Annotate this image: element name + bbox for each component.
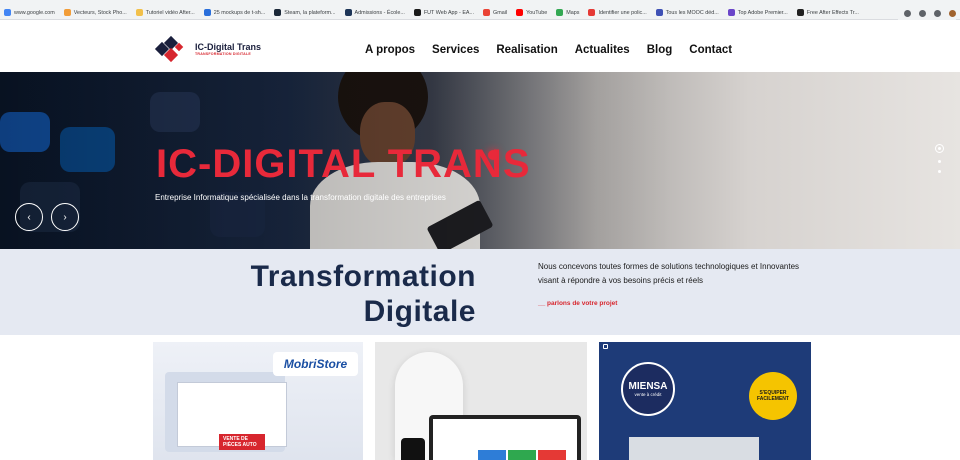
nav-item-blog[interactable]: Blog (647, 44, 673, 56)
puzzle-icon[interactable] (934, 9, 941, 17)
mockup-icon (203, 9, 211, 16)
miensa-caption: vente à crédit (634, 392, 662, 397)
bookmark-item[interactable]: Tous les MOOC déd... (655, 9, 719, 16)
adobe-icon (727, 9, 735, 16)
avatar[interactable] (949, 9, 956, 17)
bookmark-item[interactable]: Admissions - École... (344, 9, 405, 16)
intro-title-line1: Transformation (250, 260, 476, 293)
bookmark-item[interactable]: Maps (556, 9, 579, 16)
nav-item-realisation[interactable]: Realisation (496, 44, 557, 56)
logo-title: IC-Digital Trans (195, 42, 262, 52)
slider-dot[interactable] (938, 160, 941, 163)
chevron-right-icon: › (63, 211, 67, 223)
logo-diamonds-icon (154, 35, 191, 63)
bookmark-label: Identifier une polic... (598, 9, 647, 16)
logo-subtitle: TRANSFORMATION DIGITALE (195, 52, 251, 56)
star-icon[interactable] (919, 9, 926, 17)
hero-slider: IC-DIGITAL TRANS Entreprise Informatique… (0, 72, 960, 249)
bookmark-item[interactable]: Top Adobe Premier... (727, 9, 788, 16)
steam-icon (274, 9, 282, 16)
youtube-icon (516, 9, 524, 16)
gmail-icon (483, 9, 491, 16)
bookmark-label: Maps (566, 9, 580, 16)
project-link[interactable]: __ parlons de votre projet (538, 300, 617, 307)
bookmark-item[interactable]: 25 mockups de t-sh... (203, 9, 266, 16)
project-card-web-app[interactable] (375, 342, 587, 460)
bookmark-item[interactable]: Identifier une polic... (588, 9, 647, 16)
maps-icon (556, 9, 564, 16)
chevron-left-icon: ‹ (27, 211, 31, 223)
bookmark-label: Admissions - École... (354, 9, 405, 16)
bookmark-label: Tous les MOOC déd... (665, 9, 719, 16)
slider-pagination (935, 144, 944, 173)
upload-icon (603, 344, 608, 349)
bookmark-item[interactable]: Vecteurs, Stock Pho... (63, 9, 127, 16)
ae-icon (796, 9, 804, 16)
project-card-miensa[interactable]: MIENSA vente à crédit S'EQUIPER FACILEME… (599, 342, 811, 460)
bookmark-item[interactable]: Free After Effects Tr... (796, 9, 859, 16)
miensa-brand: MIENSA (628, 381, 668, 392)
bookmark-item[interactable]: www.google.com (4, 9, 55, 16)
font-icon (588, 9, 596, 16)
promo-badge: VENTE DE PIÈCES AUTO (219, 434, 265, 450)
intro-band: Transformation Digitale Nous concevons t… (0, 249, 960, 335)
bookmark-label: 25 mockups de t-sh... (213, 9, 266, 16)
slider-dot[interactable] (938, 170, 941, 173)
browser-toolbar-icons (898, 6, 956, 20)
slider-dot-active[interactable] (935, 144, 944, 153)
bookmark-item[interactable]: Steam, la plateform... (274, 9, 336, 16)
intro-text: Nous concevons toutes formes de solution… (538, 262, 800, 285)
intro-title: Transformation Digitale (200, 259, 476, 329)
slider-next-button[interactable]: › (51, 203, 79, 231)
miensa-logo: MIENSA vente à crédit (621, 362, 675, 416)
intro-title-line2: Digitale (363, 295, 476, 328)
bookmark-item[interactable]: YouTube (516, 9, 547, 16)
promo-sticker: S'EQUIPER FACILEMENT (749, 372, 797, 420)
vecteezy-icon (63, 9, 71, 16)
nav-item-apropos[interactable]: A propos (365, 44, 415, 56)
mobristore-brand: MobriStore (283, 357, 348, 371)
phone-mockup (401, 438, 425, 460)
bookmark-label: Steam, la plateform... (284, 9, 336, 16)
slider-prev-button[interactable]: ‹ (15, 203, 43, 231)
ea-icon (413, 9, 421, 16)
bookmark-item[interactable]: Gmail (483, 9, 507, 16)
school-icon (344, 9, 352, 16)
bookmarks-bar: www.google.com Vecteurs, Stock Pho... Tuto… (0, 6, 960, 20)
extension-icon[interactable] (904, 9, 911, 17)
main-menu: A propos Services Realisation Actualites… (365, 44, 732, 56)
bookmark-item[interactable]: FUT Web App - EA... (413, 9, 475, 16)
nav-item-contact[interactable]: Contact (689, 44, 732, 56)
bookmark-label: Top Adobe Premier... (737, 9, 788, 16)
nav-item-actualites[interactable]: Actualites (575, 44, 630, 56)
google-icon (4, 9, 11, 16)
hero-title: IC-DIGITAL TRANS (156, 142, 531, 186)
hero-subtitle: Entreprise Informatique spécialisée dans… (155, 193, 446, 202)
site-logo[interactable]: IC-Digital Trans TRANSFORMATION DIGITALE (154, 35, 262, 63)
glow-dot (488, 150, 498, 160)
bookmark-label: Free After Effects Tr... (806, 9, 859, 16)
bookmark-label: YouTube (526, 9, 548, 16)
projects-grid: MobriStore VENTE DE PIÈCES AUTO MIENSA v… (0, 335, 960, 460)
bookmark-label: www.google.com (14, 9, 55, 16)
bookmark-item[interactable]: Tutoriel vidéo After... (135, 9, 195, 16)
project-card-mobristore[interactable]: MobriStore VENTE DE PIÈCES AUTO (153, 342, 363, 460)
bookmark-label: Tutoriel vidéo After... (145, 9, 195, 16)
bookmark-label: FUT Web App - EA... (423, 9, 475, 16)
mooc-icon (655, 9, 663, 16)
bookmark-label: Vecteurs, Stock Pho... (73, 9, 127, 16)
bookmark-label: Gmail (493, 9, 508, 16)
appliances-image (629, 437, 759, 460)
tutorial-icon (135, 9, 143, 16)
site-header: IC-Digital Trans TRANSFORMATION DIGITALE… (0, 20, 960, 72)
mobristore-logo: MobriStore (273, 352, 358, 376)
nav-item-services[interactable]: Services (432, 44, 479, 56)
